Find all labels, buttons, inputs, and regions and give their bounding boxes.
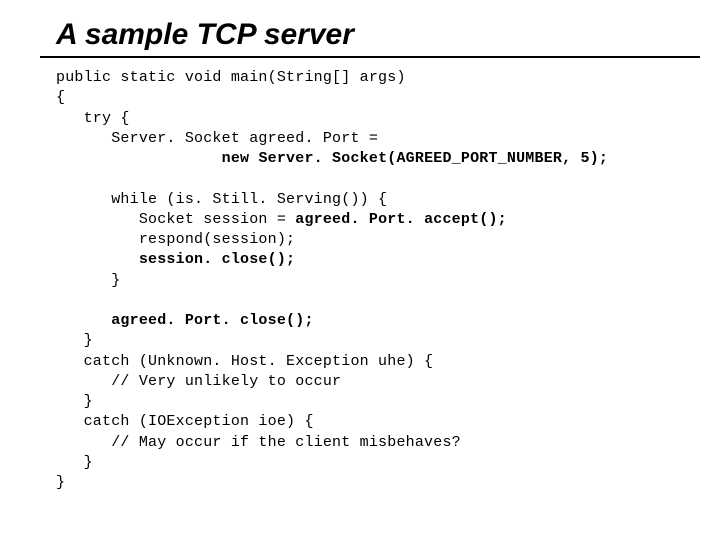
code-line: public static void main(String[] args) <box>56 69 406 86</box>
code-line: catch (Unknown. Host. Exception uhe) { <box>56 353 433 370</box>
code-bold: agreed. Port. close(); <box>56 312 314 329</box>
code-line: } <box>56 393 93 410</box>
slide-title: A sample TCP server <box>56 18 680 52</box>
code-line: } <box>56 272 120 289</box>
code-line: try { <box>56 110 130 127</box>
title-underline <box>40 56 700 58</box>
code-line: // May occur if the client misbehaves? <box>56 434 461 451</box>
code-line: Socket session = <box>56 211 295 228</box>
code-line: while (is. Still. Serving()) { <box>56 191 387 208</box>
code-bold: agreed. Port. accept(); <box>295 211 507 228</box>
code-line: } <box>56 474 65 491</box>
code-bold: new Server. Socket(AGREED_PORT_NUMBER, 5… <box>222 150 608 167</box>
code-line <box>56 150 222 167</box>
code-line: respond(session); <box>56 231 295 248</box>
code-block: public static void main(String[] args) {… <box>56 68 680 493</box>
code-line: } <box>56 454 93 471</box>
code-line: catch (IOException ioe) { <box>56 413 314 430</box>
code-bold: session. close(); <box>56 251 295 268</box>
slide: A sample TCP server public static void m… <box>0 0 720 540</box>
code-line: { <box>56 89 65 106</box>
code-line: // Very unlikely to occur <box>56 373 341 390</box>
code-line: Server. Socket agreed. Port = <box>56 130 378 147</box>
code-line: } <box>56 332 93 349</box>
